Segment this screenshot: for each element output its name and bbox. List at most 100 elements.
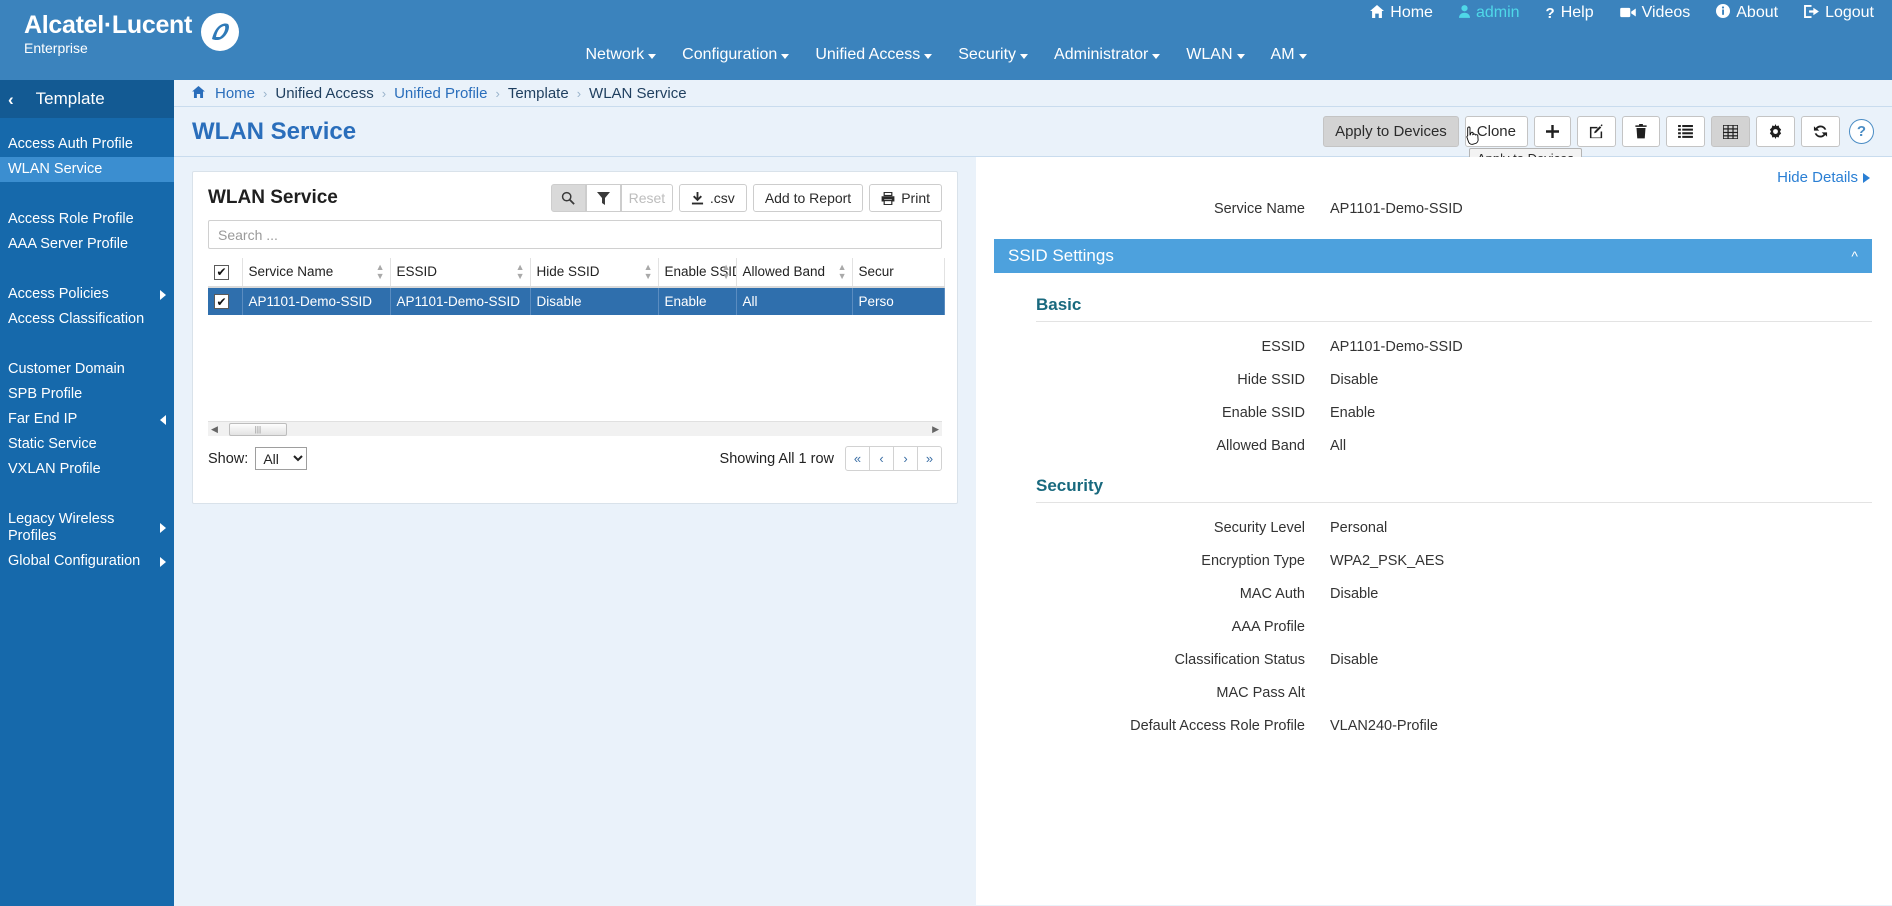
column-header-hide-ssid[interactable]: Hide SSID ▲ ▼	[530, 258, 659, 288]
list-view-icon-button[interactable]	[1666, 116, 1705, 147]
sidebar-item-static-service[interactable]: Static Service	[0, 432, 174, 457]
ssid-settings-section-header[interactable]: SSID Settings ^	[994, 239, 1872, 273]
details-field-value: AP1101-Demo-SSID	[1330, 339, 1463, 355]
show-rows-select[interactable]: All102550100	[255, 447, 308, 470]
breadcrumb-item-unified-profile[interactable]: Unified Profile	[394, 85, 487, 102]
scroll-track[interactable]: |||	[221, 422, 929, 437]
hide-details-button[interactable]: Hide Details	[1777, 169, 1870, 186]
details-field: Encryption Type WPA2_PSK_AES	[976, 553, 1892, 569]
util-nav-logout[interactable]: Logout	[1804, 0, 1874, 26]
sidebar-collapse-icon[interactable]: ‹	[8, 91, 14, 108]
sidebar-item-aaa-server-profile[interactable]: AAA Server Profile	[0, 232, 174, 257]
clone-button[interactable]: Clone	[1464, 116, 1528, 147]
delete-icon-button[interactable]	[1622, 116, 1660, 147]
util-nav-help[interactable]: ? Help	[1546, 0, 1594, 27]
sidebar-item-global-configuration[interactable]: Global Configuration	[0, 549, 174, 574]
search-input[interactable]	[208, 220, 942, 249]
util-nav-admin[interactable]: admin	[1458, 0, 1520, 26]
refresh-icon-button[interactable]	[1801, 116, 1840, 147]
help-icon-button[interactable]: ?	[1849, 119, 1874, 144]
nav-item-configuration[interactable]: Configuration	[682, 46, 790, 64]
nav-item-am[interactable]: AM	[1271, 46, 1307, 64]
prev-page-button[interactable]: ‹	[869, 446, 894, 471]
sort-icon[interactable]: ▲ ▼	[376, 262, 385, 281]
scroll-right-arrow-icon[interactable]: ▶	[929, 424, 942, 435]
nav-item-wlan[interactable]: WLAN	[1186, 46, 1245, 64]
brand-name: Alcatel·Lucent	[24, 11, 193, 39]
scroll-left-arrow-icon[interactable]: ◀	[208, 424, 221, 435]
sidebar-item-customer-domain[interactable]: Customer Domain	[0, 357, 174, 382]
table-horizontal-scrollbar[interactable]: ◀ ||| ▶	[208, 421, 942, 436]
breadcrumb-item-home[interactable]: Home	[215, 85, 255, 102]
details-field-value: Disable	[1330, 586, 1379, 602]
nav-item-label: AM	[1270, 46, 1295, 63]
edit-icon-button[interactable]	[1577, 116, 1616, 147]
sidebar-item-spb-profile[interactable]: SPB Profile	[0, 382, 174, 407]
home-icon	[1370, 0, 1385, 26]
select-all-checkbox[interactable]: ✔	[214, 264, 229, 280]
reset-button[interactable]: Reset	[620, 184, 673, 212]
logout-icon	[1804, 0, 1819, 26]
details-field-value: Disable	[1330, 372, 1379, 388]
settings-gear-icon-button[interactable]	[1756, 116, 1795, 147]
nav-item-security[interactable]: Security	[958, 46, 1029, 64]
sidebar-item-access-auth-profile[interactable]: Access Auth Profile	[0, 132, 174, 157]
sort-icon[interactable]: ▲ ▼	[644, 262, 653, 281]
page-title: WLAN Service	[192, 117, 357, 145]
showing-text: Showing All 1 row	[719, 450, 834, 467]
row-checkbox[interactable]: ✔	[214, 294, 229, 309]
nav-item-network[interactable]: Network	[585, 46, 657, 64]
sidebar-item-access-role-profile[interactable]: Access Role Profile	[0, 207, 174, 232]
add-icon-button[interactable]	[1534, 116, 1571, 147]
grid-view-icon-button[interactable]	[1711, 116, 1750, 147]
util-nav-videos[interactable]: Videos	[1619, 0, 1690, 26]
home-icon	[192, 85, 205, 101]
pagination: Showing All 1 row «‹ ›»	[720, 446, 942, 471]
nav-item-administrator[interactable]: Administrator	[1054, 46, 1161, 64]
column-header-service-name[interactable]: Service Name ▲ ▼	[242, 258, 391, 288]
util-nav-about[interactable]: About	[1716, 0, 1778, 26]
sidebar-item-access-policies[interactable]: Access Policies	[0, 282, 174, 307]
sort-icon[interactable]: ▲ ▼	[838, 262, 847, 281]
table-row[interactable]: ✔ AP1101-Demo-SSID AP1101-Demo-SSID Disable…	[208, 286, 945, 315]
wlan-service-table: ✔ Service Name ▲ ▼ ESSID ▲ ▼ Hide SSID ▲ ▼ Enable …	[208, 258, 945, 315]
question-icon: ?	[1545, 4, 1555, 22]
details-field: ESSID AP1101-Demo-SSID	[976, 339, 1892, 355]
print-button[interactable]: Print	[869, 184, 942, 212]
column-header-essid[interactable]: ESSID ▲ ▼	[390, 258, 531, 288]
nav-item-unified-access[interactable]: Unified Access	[815, 46, 933, 64]
download-icon	[691, 191, 703, 204]
sidebar-item-vxlan-profile[interactable]: VXLAN Profile	[0, 457, 174, 482]
util-nav-label: Home	[1390, 4, 1433, 21]
filter-icon-button[interactable]	[585, 184, 621, 212]
util-nav-home[interactable]: Home	[1370, 0, 1433, 26]
search-icon-button[interactable]	[550, 184, 586, 212]
sidebar-item-legacy-wireless-profiles[interactable]: Legacy Wireless Profiles	[0, 507, 174, 549]
table-cell: AP1101-Demo-SSID	[390, 286, 531, 315]
sort-icon[interactable]: ▲ ▼	[722, 262, 731, 281]
service-name-field: Service Name AP1101-Demo-SSID	[976, 201, 1892, 217]
sidebar-item-access-classification[interactable]: Access Classification	[0, 307, 174, 332]
column-header-secur[interactable]: Secur	[852, 258, 945, 288]
sidebar-item-label: Access Role Profile	[8, 211, 134, 228]
sidebar-item-far-end-ip[interactable]: Far End IP	[0, 407, 174, 432]
column-header-allowed-band[interactable]: Allowed Band ▲ ▼	[736, 258, 853, 288]
breadcrumb-separator: ›	[495, 85, 500, 101]
sidebar-item-wlan-service[interactable]: WLAN Service	[0, 157, 174, 182]
next-page-button[interactable]: ›	[893, 446, 918, 471]
sidebar-item-label: Legacy Wireless Profiles	[8, 511, 115, 544]
details-field: MAC Auth Disable	[976, 586, 1892, 602]
export-csv-button[interactable]: .csv	[678, 184, 747, 212]
column-header-label: Hide SSID	[536, 264, 600, 280]
details-field: AAA Profile	[976, 619, 1892, 635]
column-header-enable-ssid[interactable]: Enable SSID ▲ ▼	[658, 258, 737, 288]
util-nav-label: Logout	[1825, 4, 1874, 21]
sort-icon[interactable]: ▲ ▼	[516, 262, 525, 281]
last-page-button[interactable]: »	[917, 446, 942, 471]
scroll-thumb[interactable]: |||	[228, 422, 287, 436]
apply-to-devices-button[interactable]: Apply to Devices	[1323, 116, 1459, 147]
first-page-button[interactable]: «	[845, 446, 870, 471]
add-to-report-button[interactable]: Add to Report	[752, 184, 864, 212]
